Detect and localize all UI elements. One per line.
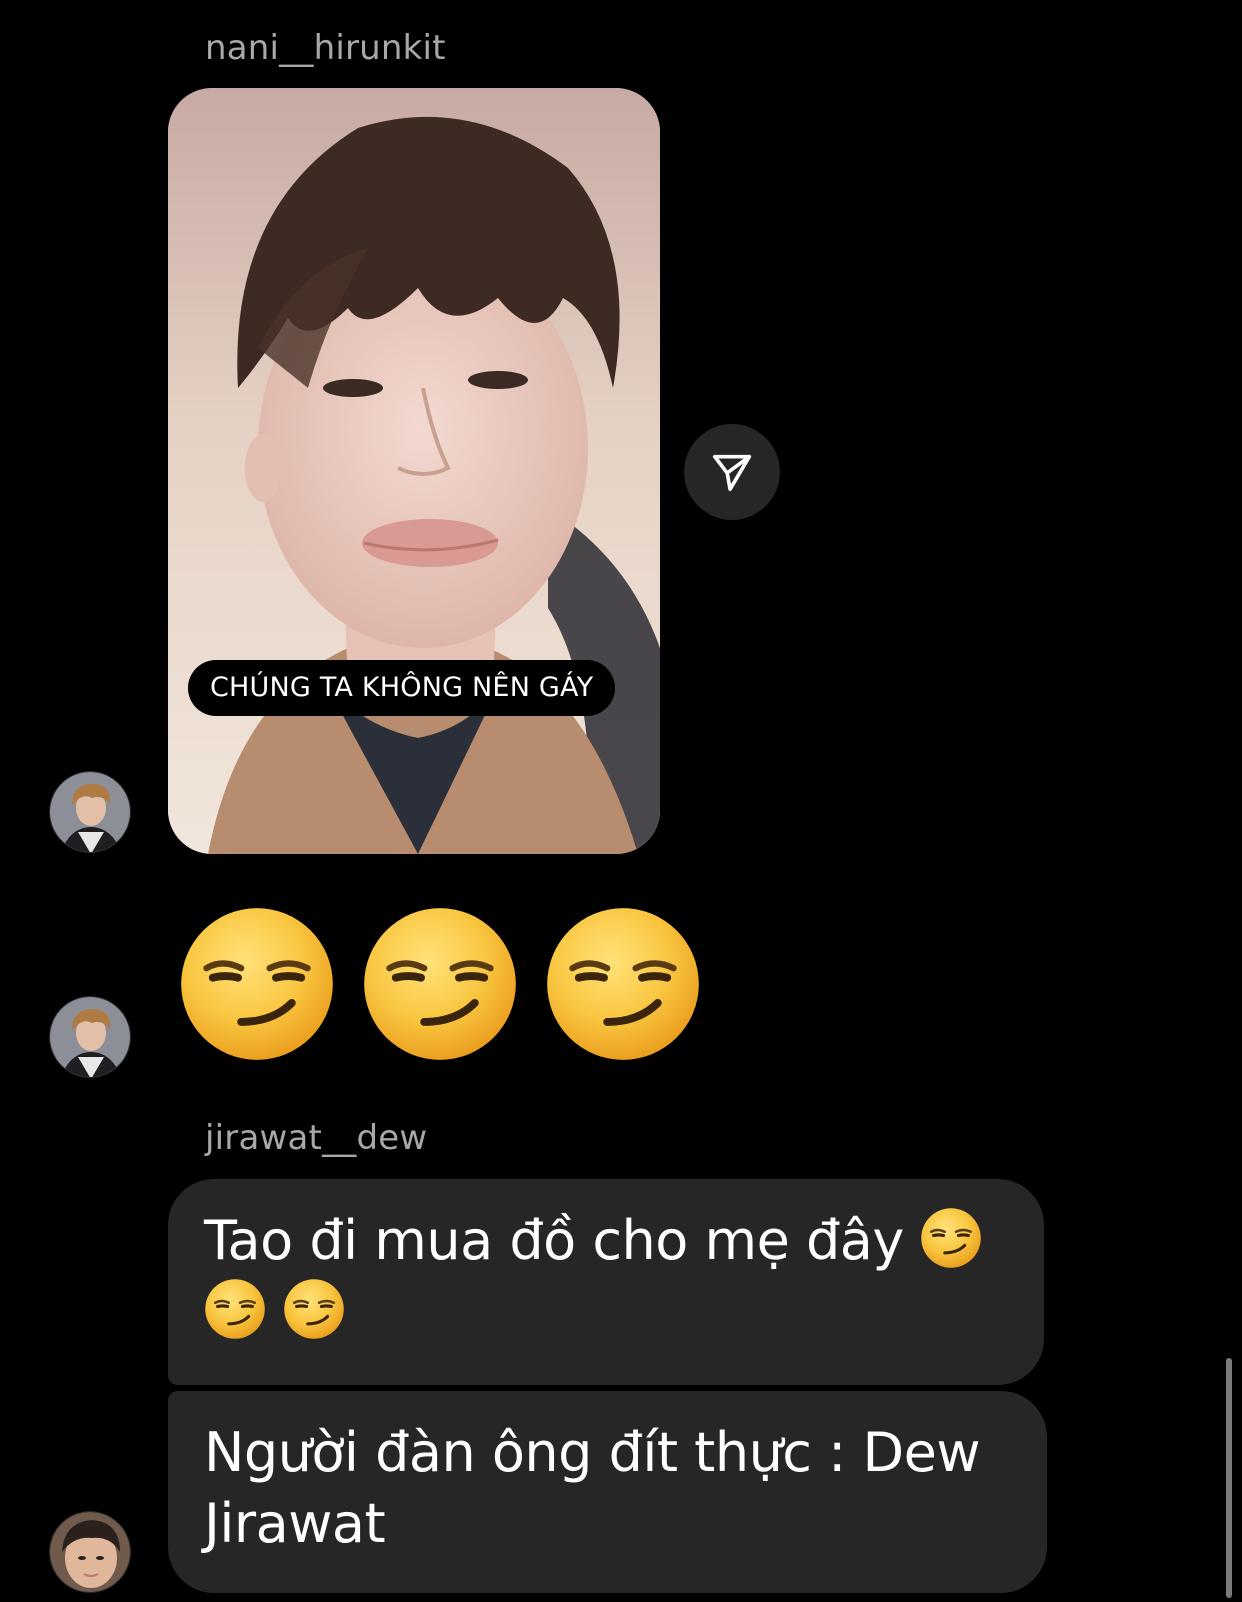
paper-plane-icon — [712, 454, 752, 492]
avatar[interactable] — [49, 996, 131, 1078]
message-text: Tao đi mua đồ cho mẹ đây — [204, 1209, 904, 1272]
story-reply-card[interactable]: CHÚNG TA KHÔNG NÊN GÁY — [168, 88, 660, 854]
story-reply-sender-name: nani__hirunkit — [205, 28, 446, 68]
avatar-image — [50, 1512, 130, 1592]
smirking-face-emoji — [920, 1207, 982, 1269]
avatar[interactable] — [49, 1511, 131, 1593]
message-bubble[interactable]: Tao đi mua đồ cho mẹ đây — [168, 1179, 1044, 1385]
smirking-face-emoji — [283, 1278, 345, 1340]
smirking-face-emoji — [361, 905, 519, 1063]
message-text: Người đàn ông đít thực : Dew Jirawat — [204, 1421, 981, 1555]
avatar-image — [50, 997, 130, 1077]
smirking-face-emoji — [544, 905, 702, 1063]
message-sender-name: jirawat__dew — [205, 1118, 428, 1158]
share-button[interactable] — [684, 424, 780, 520]
avatar-image — [50, 772, 130, 852]
scrollbar[interactable] — [1226, 1358, 1232, 1598]
smirking-face-emoji — [178, 905, 336, 1063]
message-bubble[interactable]: Người đàn ông đít thực : Dew Jirawat — [168, 1391, 1047, 1593]
avatar[interactable] — [49, 771, 131, 853]
story-caption: CHÚNG TA KHÔNG NÊN GÁY — [188, 660, 616, 716]
story-photo — [168, 88, 660, 854]
smirking-face-emoji — [204, 1278, 266, 1340]
